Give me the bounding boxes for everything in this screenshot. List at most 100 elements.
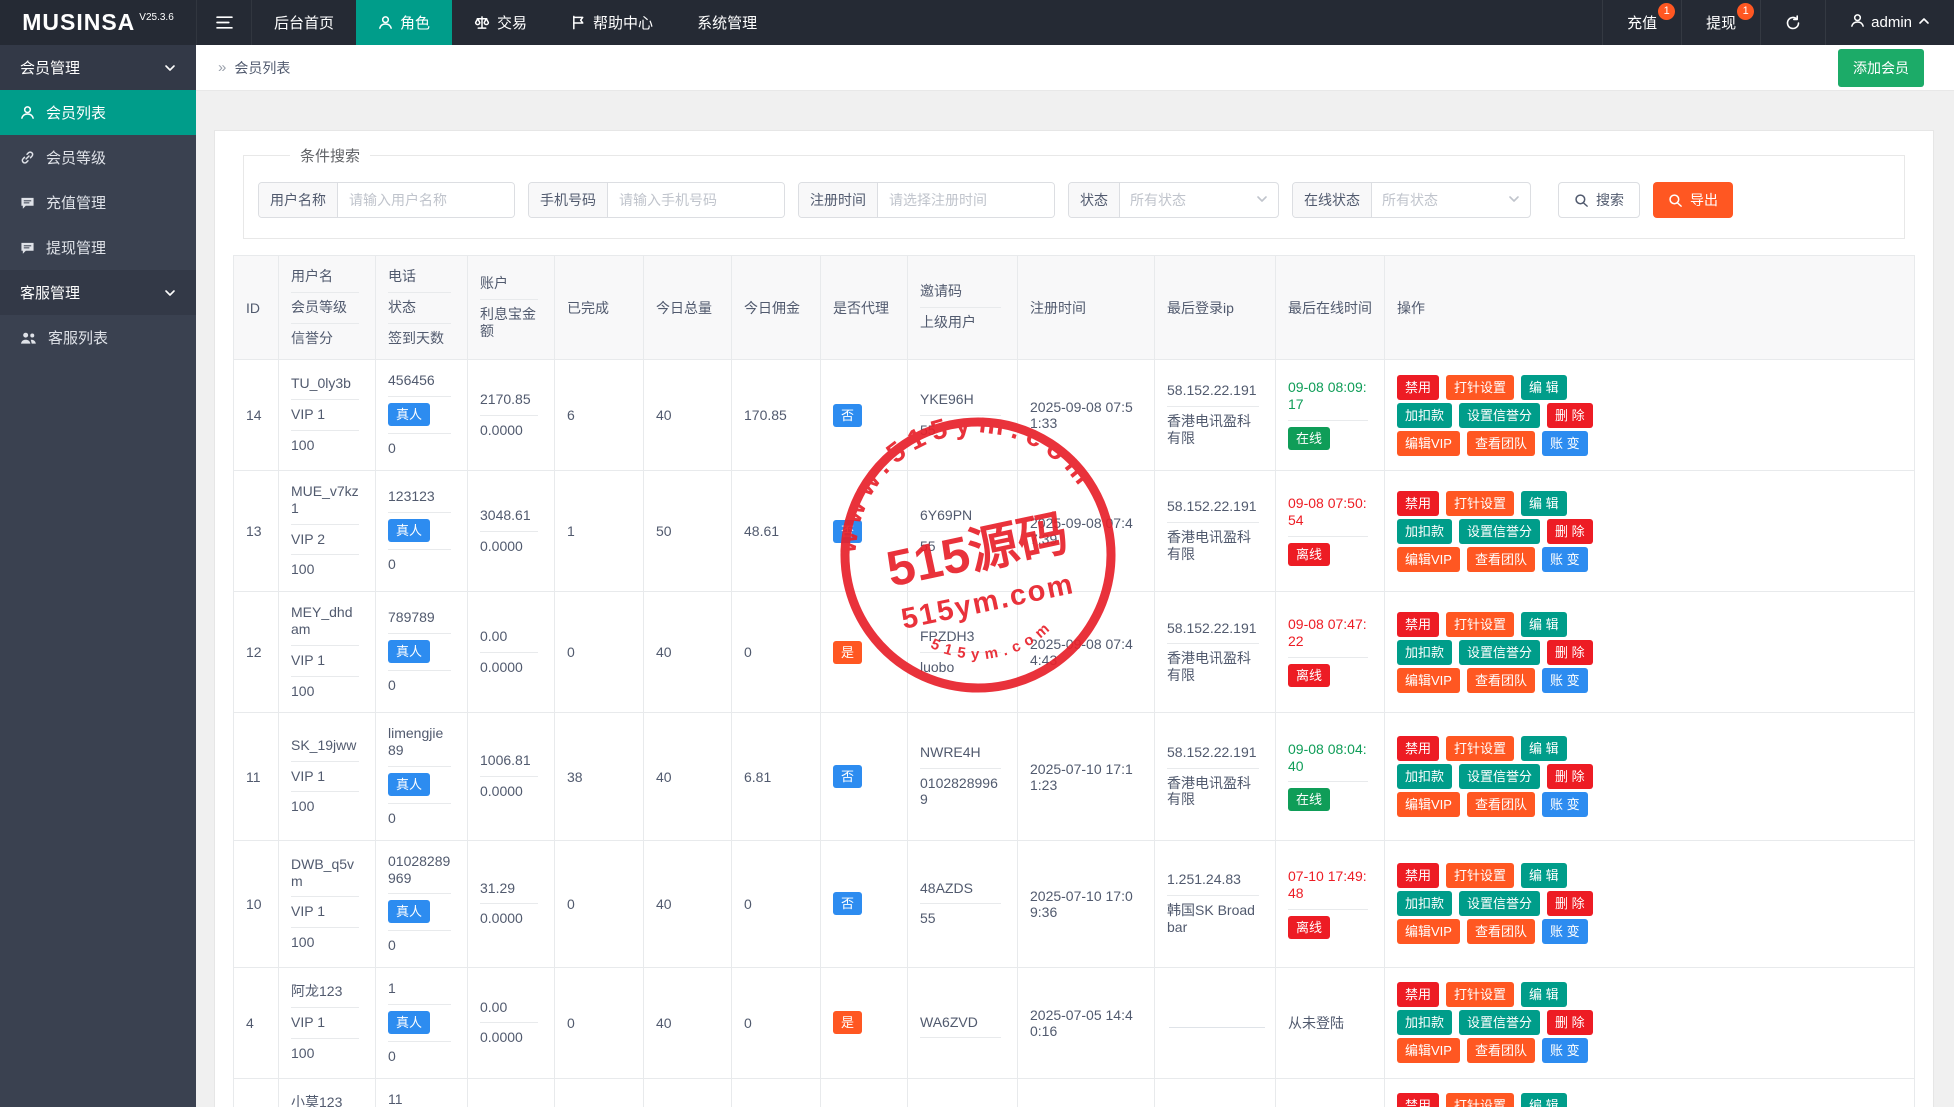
action-button-打针设置[interactable]: 打针设置 — [1446, 736, 1514, 761]
action-button-禁用[interactable]: 禁用 — [1397, 982, 1439, 1007]
action-button-编辑VIP[interactable]: 编辑VIP — [1397, 792, 1460, 817]
action-button-删除[interactable]: 删 除 — [1547, 640, 1593, 665]
sidebar-item-会员列表[interactable]: 会员列表 — [0, 90, 196, 135]
action-button-编辑[interactable]: 编 辑 — [1521, 736, 1567, 761]
nav-right-item-1[interactable]: 充值1 — [1602, 0, 1681, 45]
action-button-加扣款[interactable]: 加扣款 — [1397, 519, 1452, 544]
action-button-删除[interactable]: 删 除 — [1547, 403, 1593, 428]
cell-last-ip: 58.152.22.191香港电讯盈科有限 — [1155, 592, 1276, 713]
field-input-2[interactable] — [608, 183, 784, 217]
field-select-5[interactable]: 所有状态 — [1372, 183, 1530, 217]
action-button-禁用[interactable]: 禁用 — [1397, 863, 1439, 888]
online-status-badge: 离线 — [1288, 916, 1330, 939]
action-button-设置信誉分[interactable]: 设置信誉分 — [1459, 640, 1540, 665]
action-button-打针设置[interactable]: 打针设置 — [1446, 612, 1514, 637]
nav-item-label: 后台首页 — [274, 12, 334, 33]
action-button-编辑VIP[interactable]: 编辑VIP — [1397, 919, 1460, 944]
cell-done: 38 — [555, 713, 644, 840]
action-button-设置信誉分[interactable]: 设置信誉分 — [1459, 764, 1540, 789]
sidebar-item-提现管理[interactable]: 提现管理 — [0, 225, 196, 270]
action-button-打针设置[interactable]: 打针设置 — [1446, 375, 1514, 400]
action-button-加扣款[interactable]: 加扣款 — [1397, 403, 1452, 428]
field-input-1[interactable] — [338, 183, 514, 217]
nav-item-2[interactable]: 角色 — [356, 0, 452, 45]
menu-icon — [216, 15, 233, 30]
field-select-4[interactable]: 所有状态 — [1120, 183, 1278, 217]
action-button-查看团队[interactable]: 查看团队 — [1467, 1038, 1535, 1063]
action-button-禁用[interactable]: 禁用 — [1397, 612, 1439, 637]
action-button-查看团队[interactable]: 查看团队 — [1467, 919, 1535, 944]
nav-right-item-2[interactable]: 提现1 — [1681, 0, 1760, 45]
nav-item-5[interactable]: 系统管理 — [675, 0, 779, 45]
action-button-账变[interactable]: 账 变 — [1542, 792, 1588, 817]
user-menu[interactable]: admin — [1825, 0, 1954, 45]
action-button-账变[interactable]: 账 变 — [1542, 919, 1588, 944]
menu-toggle-button[interactable] — [196, 0, 252, 45]
action-button-查看团队[interactable]: 查看团队 — [1467, 547, 1535, 572]
cell-last-ip: 58.152.22.191香港电讯盈科有限 — [1155, 713, 1276, 840]
action-button-查看团队[interactable]: 查看团队 — [1467, 792, 1535, 817]
agent-badge: 否 — [833, 520, 862, 543]
action-button-设置信誉分[interactable]: 设置信誉分 — [1459, 519, 1540, 544]
cell-id: 3 — [234, 1078, 279, 1107]
sidebar-item-客服列表[interactable]: 客服列表 — [0, 315, 196, 360]
action-button-设置信誉分[interactable]: 设置信誉分 — [1459, 1010, 1540, 1035]
cell-done: 0 — [555, 840, 644, 967]
export-button[interactable]: 导出 — [1653, 182, 1733, 218]
add-member-button[interactable]: 添加会员 — [1838, 49, 1924, 87]
sidebar-item-会员等级[interactable]: 会员等级 — [0, 135, 196, 180]
action-button-打针设置[interactable]: 打针设置 — [1446, 1093, 1514, 1107]
action-button-编辑VIP[interactable]: 编辑VIP — [1397, 1038, 1460, 1063]
action-button-加扣款[interactable]: 加扣款 — [1397, 1010, 1452, 1035]
action-button-编辑[interactable]: 编 辑 — [1521, 491, 1567, 516]
action-button-删除[interactable]: 删 除 — [1547, 519, 1593, 544]
sidebar-group-2[interactable]: 客服管理 — [0, 270, 196, 315]
cell-register-time: 2025-09-08 07:47:39 — [1018, 470, 1155, 591]
nav-item-4[interactable]: 帮助中心 — [549, 0, 675, 45]
action-button-禁用[interactable]: 禁用 — [1397, 1093, 1439, 1107]
cell-account: 2170.850.0000 — [468, 360, 555, 471]
action-button-编辑[interactable]: 编 辑 — [1521, 612, 1567, 637]
action-button-加扣款[interactable]: 加扣款 — [1397, 764, 1452, 789]
action-button-编辑VIP[interactable]: 编辑VIP — [1397, 547, 1460, 572]
action-button-删除[interactable]: 删 除 — [1547, 891, 1593, 916]
action-button-账变[interactable]: 账 变 — [1542, 547, 1588, 572]
action-button-账变[interactable]: 账 变 — [1542, 668, 1588, 693]
action-button-删除[interactable]: 删 除 — [1547, 764, 1593, 789]
search-button[interactable]: 搜索 — [1558, 182, 1640, 218]
cell-invite: WA6ZVD — [908, 968, 1018, 1079]
action-button-查看团队[interactable]: 查看团队 — [1467, 431, 1535, 456]
action-button-编辑VIP[interactable]: 编辑VIP — [1397, 431, 1460, 456]
action-button-设置信誉分[interactable]: 设置信誉分 — [1459, 403, 1540, 428]
action-button-打针设置[interactable]: 打针设置 — [1446, 491, 1514, 516]
action-button-删除[interactable]: 删 除 — [1547, 1010, 1593, 1035]
refresh-button[interactable] — [1760, 0, 1825, 45]
action-button-禁用[interactable]: 禁用 — [1397, 736, 1439, 761]
action-button-加扣款[interactable]: 加扣款 — [1397, 891, 1452, 916]
breadcrumb-bar: » 会员列表 添加会员 — [196, 45, 1954, 91]
action-button-设置信誉分[interactable]: 设置信誉分 — [1459, 891, 1540, 916]
cell-actions: 禁用打针设置编 辑加扣款设置信誉分删 除编辑VIP 查看团队账 变 — [1385, 360, 1915, 471]
sidebar-item-充值管理[interactable]: 充值管理 — [0, 180, 196, 225]
action-button-打针设置[interactable]: 打针设置 — [1446, 863, 1514, 888]
action-button-账变[interactable]: 账 变 — [1542, 431, 1588, 456]
action-button-禁用[interactable]: 禁用 — [1397, 375, 1439, 400]
nav-item-1[interactable]: 后台首页 — [252, 0, 356, 45]
action-button-编辑[interactable]: 编 辑 — [1521, 375, 1567, 400]
action-button-编辑VIP[interactable]: 编辑VIP — [1397, 668, 1460, 693]
action-button-账变[interactable]: 账 变 — [1542, 1038, 1588, 1063]
sidebar-group-1[interactable]: 会员管理 — [0, 45, 196, 90]
action-button-编辑[interactable]: 编 辑 — [1521, 1093, 1567, 1107]
action-button-打针设置[interactable]: 打针设置 — [1446, 982, 1514, 1007]
nav-item-label: 角色 — [400, 12, 430, 33]
table-row: 10DWB_q5vmVIP 110001028289969真人031.290.0… — [234, 840, 1915, 967]
field-input-3[interactable] — [878, 183, 1054, 217]
top-navbar: MUSINSA V25.3.6 后台首页角色交易帮助中心系统管理 充值1提现1 … — [0, 0, 1954, 45]
action-button-编辑[interactable]: 编 辑 — [1521, 982, 1567, 1007]
action-button-编辑[interactable]: 编 辑 — [1521, 863, 1567, 888]
action-button-禁用[interactable]: 禁用 — [1397, 491, 1439, 516]
action-button-加扣款[interactable]: 加扣款 — [1397, 640, 1452, 665]
nav-item-3[interactable]: 交易 — [452, 0, 549, 45]
action-button-查看团队[interactable]: 查看团队 — [1467, 668, 1535, 693]
scales-icon — [474, 15, 490, 30]
